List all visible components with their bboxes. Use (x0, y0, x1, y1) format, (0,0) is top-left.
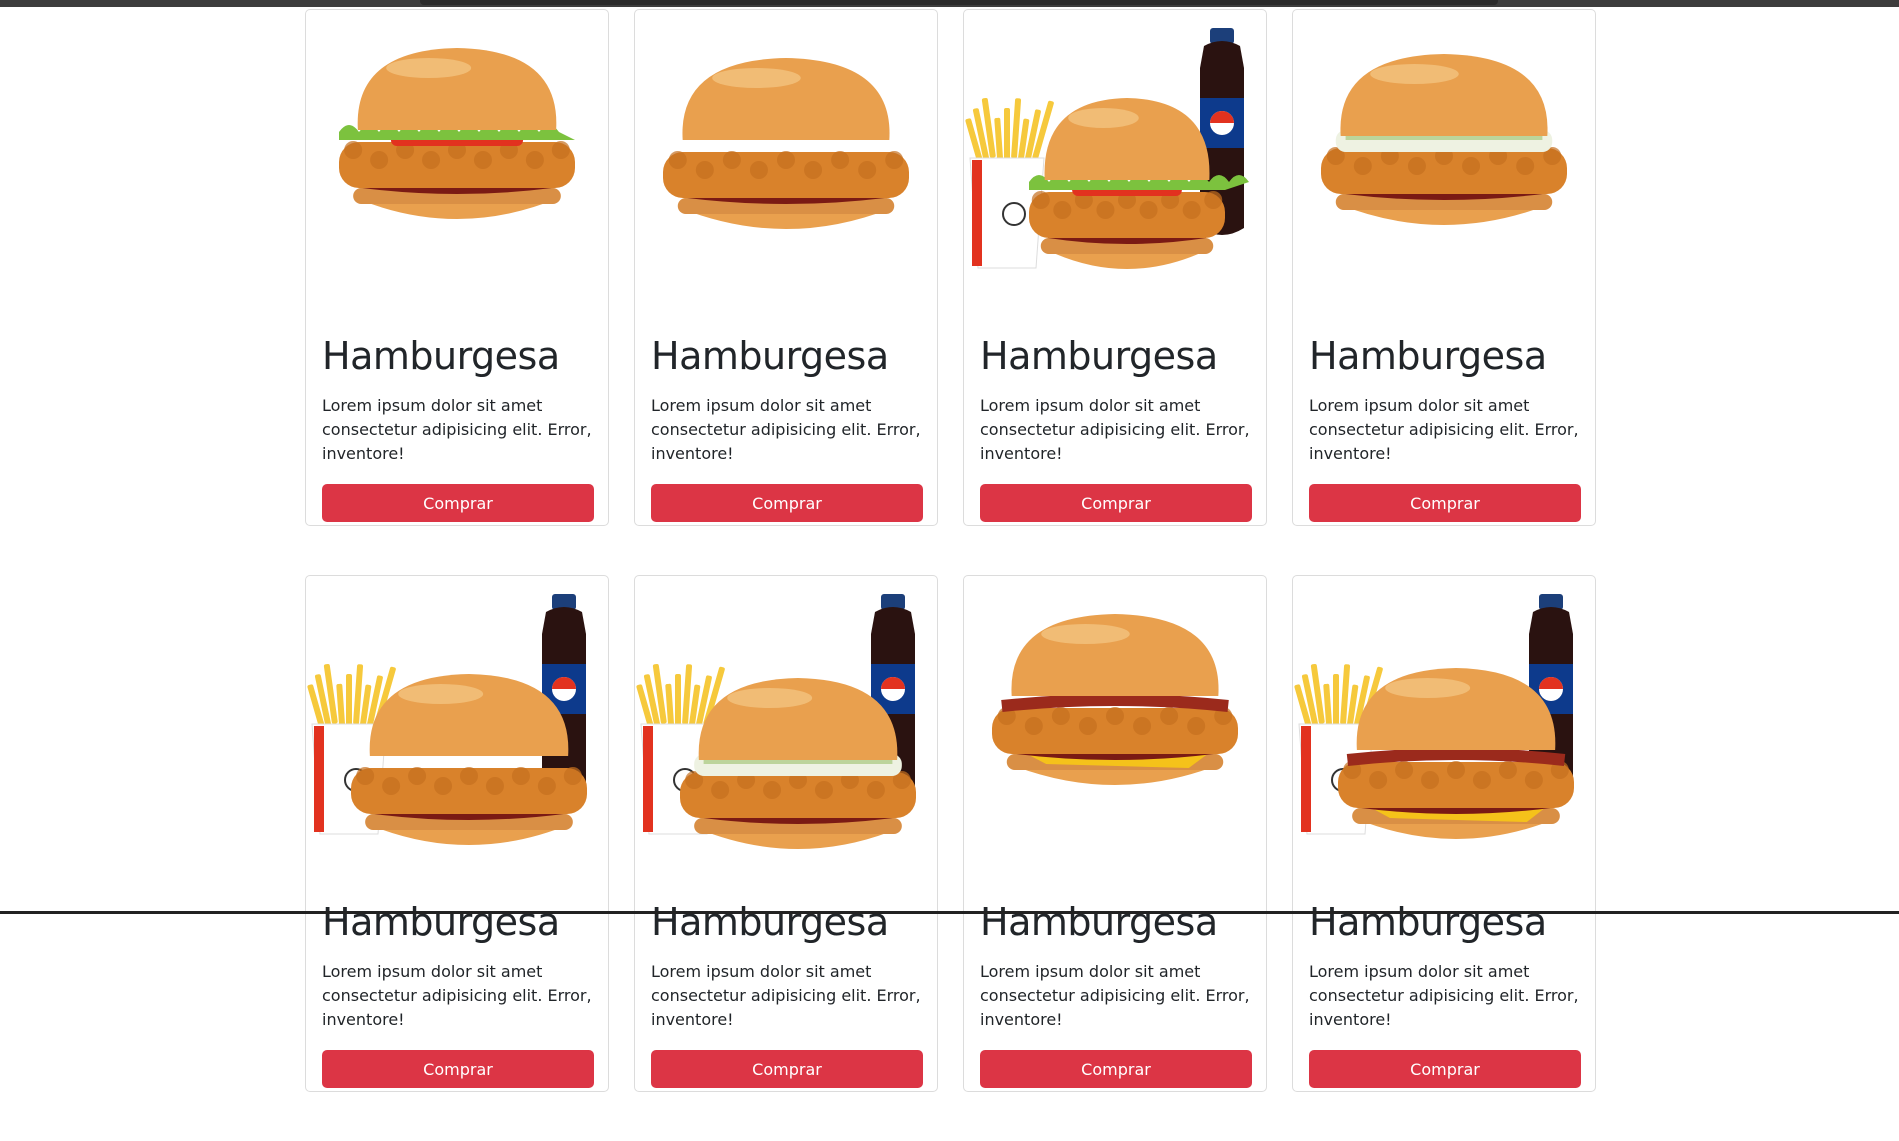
product-description: Lorem ipsum dolor sit amet consectetur a… (322, 961, 592, 1029)
buy-button[interactable]: Comprar (651, 1049, 923, 1088)
buy-button[interactable]: Comprar (980, 1049, 1252, 1088)
product-description: Lorem ipsum dolor sit amet consectetur a… (1309, 395, 1579, 463)
product-card: Hamburgesa Lorem ipsum dolor sit amet co… (963, 9, 1267, 526)
burger-combo-image (636, 594, 916, 849)
product-row: Hamburgesa Lorem ipsum dolor sit amet co… (305, 9, 1602, 526)
product-card: Hamburgesa Lorem ipsum dolor sit amet co… (1292, 575, 1596, 1092)
browser-top-bar (0, 0, 1899, 7)
product-card: Hamburgesa Lorem ipsum dolor sit amet co… (634, 575, 938, 1092)
product-title: Hamburgesa (322, 334, 560, 378)
buy-button[interactable]: Comprar (322, 1049, 594, 1088)
burger-image (663, 58, 909, 229)
burger-icon (992, 614, 1238, 785)
buy-button[interactable]: Comprar (651, 483, 923, 522)
product-title: Hamburgesa (980, 334, 1218, 378)
buy-button[interactable]: Comprar (1309, 483, 1581, 522)
product-description: Lorem ipsum dolor sit amet consectetur a… (980, 395, 1250, 463)
product-title: Hamburgesa (980, 900, 1218, 944)
product-description: Lorem ipsum dolor sit amet consectetur a… (1309, 961, 1579, 1029)
product-title: Hamburgesa (322, 900, 560, 944)
burger-icon (663, 58, 909, 229)
product-grid: Hamburgesa Lorem ipsum dolor sit amet co… (305, 9, 1602, 1141)
burger-image (992, 614, 1238, 785)
burger-combo-image (1294, 594, 1574, 839)
product-description: Lorem ipsum dolor sit amet consectetur a… (651, 961, 921, 1029)
product-card: Hamburgesa Lorem ipsum dolor sit amet co… (305, 575, 609, 1092)
burger-image (1321, 54, 1567, 225)
burger-icon (1321, 54, 1567, 225)
burger-combo-image (965, 28, 1249, 269)
product-card: Hamburgesa Lorem ipsum dolor sit amet co… (634, 9, 938, 526)
burger-combo-image (307, 594, 587, 845)
product-card: Hamburgesa Lorem ipsum dolor sit amet co… (305, 9, 609, 526)
buy-button[interactable]: Comprar (1309, 1049, 1581, 1088)
product-description: Lorem ipsum dolor sit amet consectetur a… (322, 395, 592, 463)
product-title: Hamburgesa (1309, 334, 1547, 378)
burger-icon (339, 48, 575, 219)
product-description: Lorem ipsum dolor sit amet consectetur a… (980, 961, 1250, 1029)
product-title: Hamburgesa (1309, 900, 1547, 944)
product-title: Hamburgesa (651, 900, 889, 944)
product-title: Hamburgesa (651, 334, 889, 378)
burger-image (339, 48, 575, 219)
product-row: Hamburgesa Lorem ipsum dolor sit amet co… (305, 575, 1602, 1092)
buy-button[interactable]: Comprar (322, 483, 594, 522)
buy-button[interactable]: Comprar (980, 483, 1252, 522)
horizontal-scrollbar[interactable] (420, 0, 1498, 5)
product-card: Hamburgesa Lorem ipsum dolor sit amet co… (1292, 9, 1596, 526)
product-description: Lorem ipsum dolor sit amet consectetur a… (651, 395, 921, 463)
product-card: Hamburgesa Lorem ipsum dolor sit amet co… (963, 575, 1267, 1092)
